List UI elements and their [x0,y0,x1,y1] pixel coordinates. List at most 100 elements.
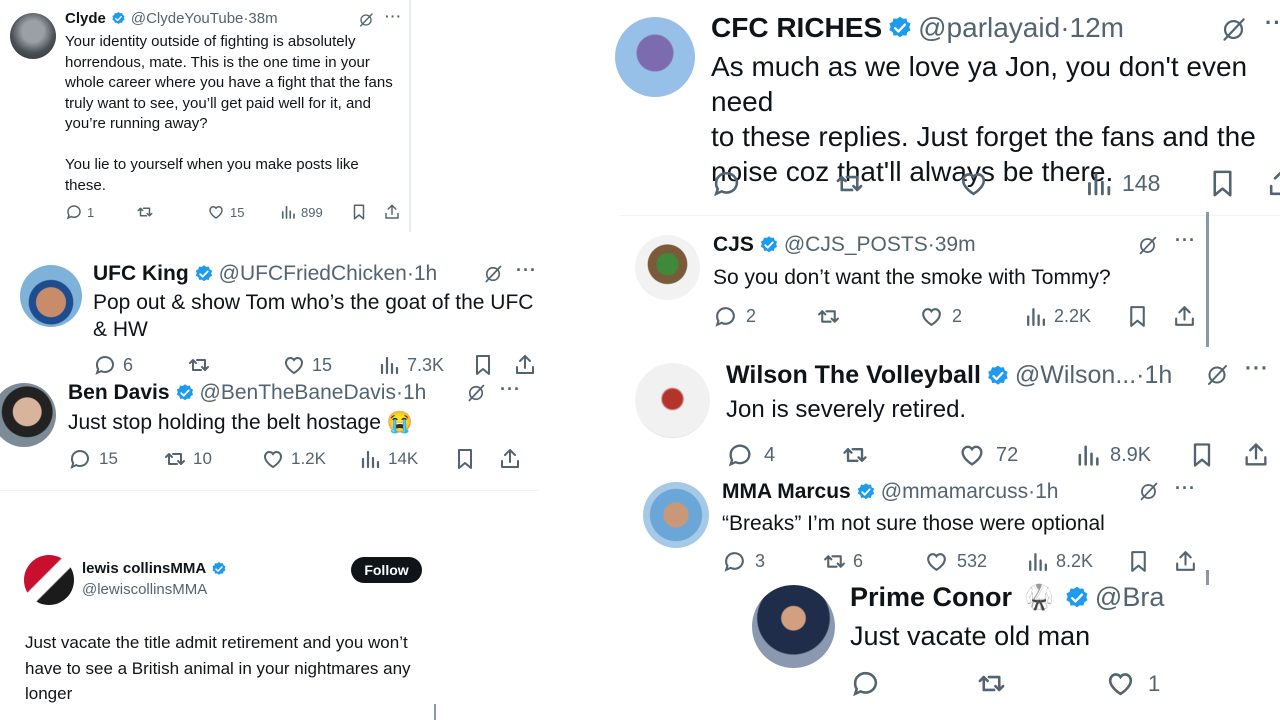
reply-button[interactable]: 1 [65,203,94,221]
views-button[interactable]: 8.9K [1074,441,1151,469]
handle[interactable]: @Wilson... [1015,361,1136,390]
avatar[interactable] [615,17,695,97]
share-button[interactable] [498,447,522,471]
display-name[interactable]: Ben Davis [68,381,170,405]
views-button[interactable]: 2.2K [1023,304,1091,329]
like-icon [1105,668,1136,699]
display-name[interactable]: CFC RICHES [711,12,882,44]
like-button[interactable]: 532 [924,549,987,574]
timestamp[interactable]: 1h [1035,480,1058,504]
display-name[interactable]: CJS [713,233,754,257]
bookmark-button[interactable] [1188,441,1216,469]
more-icon[interactable]: ··· [385,8,402,24]
tweet-text: So you don’t want the smoke with Tommy? [713,266,1111,289]
grok-icon[interactable] [1137,235,1158,256]
reply-button[interactable] [711,168,742,199]
reply-button[interactable]: 4 [726,441,775,469]
reply-button[interactable] [850,668,881,699]
avatar[interactable] [0,383,56,447]
avatar[interactable] [20,265,82,327]
reply-button[interactable]: 6 [93,353,133,377]
share-button[interactable] [513,353,537,377]
grok-icon[interactable] [358,12,374,28]
repost-button[interactable] [834,168,865,199]
bookmark-button[interactable] [1125,304,1150,329]
display-name[interactable]: UFC King [93,262,189,286]
display-name[interactable]: Prime Conor [850,582,1012,613]
more-icon[interactable]: ··· [500,379,521,400]
display-name[interactable]: Clyde [65,10,106,27]
grok-icon[interactable] [483,264,503,284]
avatar[interactable] [635,235,700,300]
reply-button[interactable]: 2 [713,304,756,329]
more-icon[interactable]: ··· [516,260,537,281]
timestamp[interactable]: 12m [1070,12,1124,44]
bookmark-button[interactable] [471,353,495,377]
views-button[interactable]: 7.3K [377,353,444,377]
timestamp[interactable]: 39m [935,233,976,257]
avatar[interactable] [635,363,710,438]
repost-button[interactable] [841,441,869,469]
like-icon [207,203,225,221]
bookmark-button[interactable] [453,447,477,471]
repost-button[interactable] [976,668,1007,699]
handle[interactable]: @CJS_POSTS [784,233,928,257]
handle[interactable]: @ClydeYouTube [131,10,244,27]
like-button[interactable]: 72 [958,441,1018,469]
timestamp[interactable]: 1h [414,262,437,286]
reply-button[interactable]: 3 [722,549,765,574]
grok-icon[interactable] [1138,481,1159,502]
more-icon[interactable]: ··· [1175,230,1196,251]
bookmark-button[interactable] [1126,549,1151,574]
timestamp[interactable]: 1h [1144,361,1172,390]
repost-button[interactable] [136,203,154,221]
views-button[interactable]: 148 [1083,168,1160,199]
follow-button[interactable]: Follow [351,557,422,583]
avatar[interactable] [752,585,835,668]
like-button[interactable] [958,168,989,199]
share-button[interactable] [1173,549,1198,574]
grok-icon[interactable] [1205,363,1229,387]
repost-button[interactable]: 6 [822,549,863,574]
repost-button[interactable] [816,304,841,329]
views-button[interactable]: 14K [358,447,418,471]
share-button[interactable] [1242,441,1270,469]
handle[interactable]: @BenTheBaneDavis [200,381,396,405]
like-button[interactable]: 2 [919,304,962,329]
like-button[interactable]: 15 [207,203,244,221]
bookmark-button[interactable] [1207,168,1238,199]
avatar[interactable] [643,482,709,548]
handle[interactable]: @UFCFriedChicken [219,262,407,286]
repost-button[interactable] [187,353,211,377]
handle[interactable]: @Bra [1095,582,1164,613]
display-name[interactable]: MMA Marcus [722,480,851,504]
like-button[interactable]: 15 [282,353,332,377]
share-button[interactable] [1266,168,1280,199]
handle[interactable]: @parlayaid [918,12,1060,44]
share-button[interactable] [383,203,401,221]
tweet-text: Jon is severely retired. [726,396,967,423]
more-icon[interactable]: ··· [1245,357,1269,381]
handle[interactable]: @lewiscollinsMMA [82,581,207,598]
more-icon[interactable]: ··· [1265,10,1280,36]
timestamp[interactable]: 38m [248,10,277,27]
avatar[interactable] [10,13,56,59]
avatar[interactable] [24,555,74,605]
grok-icon[interactable] [466,383,486,403]
like-button[interactable]: 1.2K [261,447,326,471]
grok-icon[interactable] [1220,16,1247,43]
more-icon[interactable]: ··· [1175,478,1196,499]
timestamp[interactable]: 1h [403,381,426,405]
bookmark-icon [1207,168,1238,199]
like-button[interactable]: 1 [1105,668,1160,699]
handle[interactable]: @mmamarcuss [881,480,1028,504]
bookmark-icon [471,353,495,377]
reply-button[interactable]: 15 [68,447,118,471]
views-button[interactable]: 899 [279,203,323,221]
display-name[interactable]: Wilson The Volleyball [726,361,981,390]
display-name[interactable]: lewis collinsMMA [82,560,206,577]
share-button[interactable] [1172,304,1197,329]
repost-button[interactable]: 10 [163,447,212,471]
views-button[interactable]: 8.2K [1025,549,1093,574]
bookmark-button[interactable] [350,203,368,221]
